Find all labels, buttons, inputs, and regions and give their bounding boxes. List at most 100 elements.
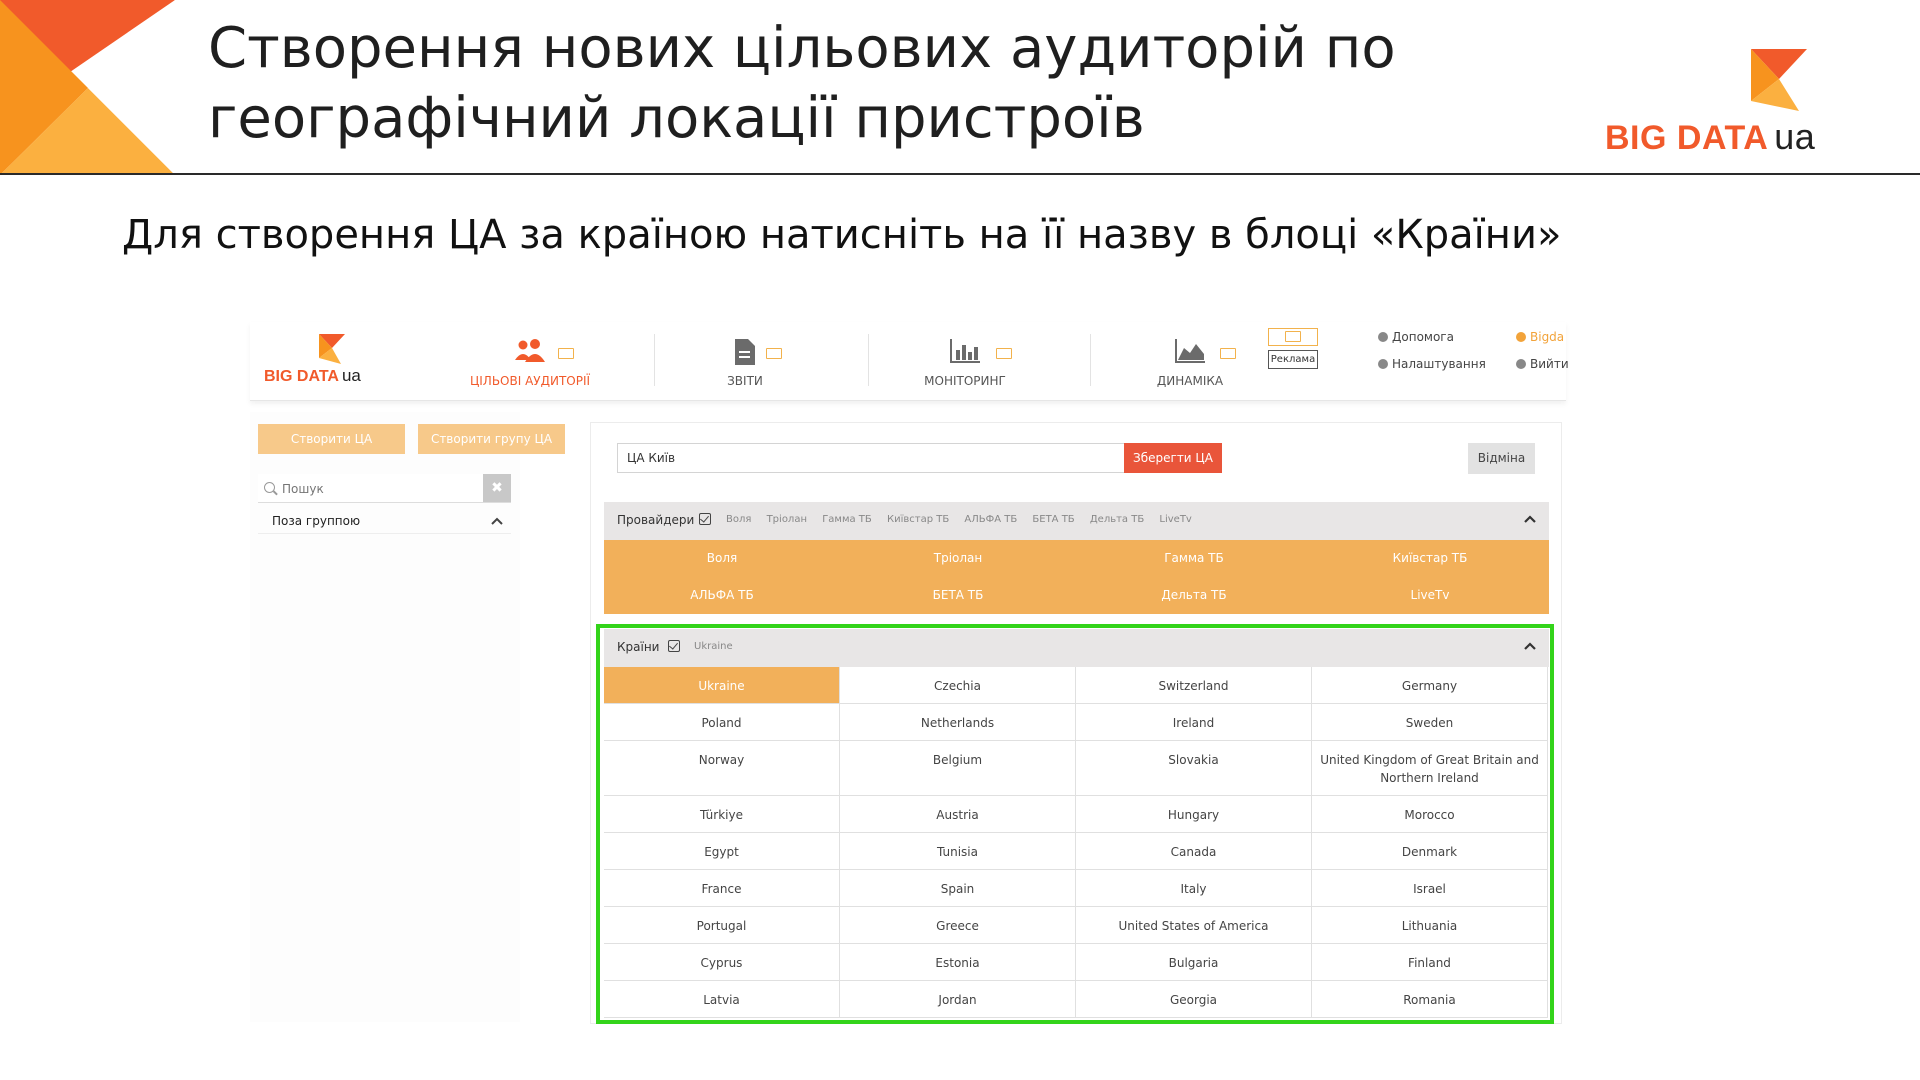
search-input[interactable]	[280, 477, 479, 501]
corner-decoration	[0, 0, 175, 175]
app-logo-mark-icon	[319, 334, 345, 364]
document-icon	[735, 339, 755, 365]
provider-chip: Київстар ТБ	[886, 514, 950, 525]
settings-label: Налаштування	[1392, 357, 1486, 371]
nav-dynamics[interactable]: ДИНАМІКА	[1120, 330, 1260, 394]
nav-target-audiences[interactable]: ЦІЛЬОВІ АУДИТОРІЇ	[460, 330, 600, 394]
provider-item[interactable]: Гамма ТБ	[1076, 540, 1312, 577]
ad-button[interactable]: Реклама	[1268, 350, 1318, 369]
user-link[interactable]: Bigda	[1516, 330, 1564, 344]
help-icon	[1378, 332, 1388, 342]
country-item[interactable]: Austria	[840, 796, 1076, 833]
provider-item[interactable]: LiveTv	[1312, 577, 1548, 614]
sidebar-group-ungrouped[interactable]: Поза группою	[258, 508, 511, 534]
provider-chip: АЛЬФА ТБ	[964, 514, 1018, 525]
nav-badge-icon	[558, 348, 574, 359]
country-item[interactable]: Poland	[604, 704, 840, 741]
country-item[interactable]: Canada	[1076, 833, 1312, 870]
country-item[interactable]: Slovakia	[1076, 741, 1312, 796]
countries-chips: Ukraine	[694, 641, 745, 652]
country-item[interactable]: Germany	[1312, 667, 1548, 704]
search-icon	[264, 482, 275, 493]
providers-block-header[interactable]: Провайдери Воля Тріолан Гамма ТБ Київста…	[604, 502, 1549, 540]
country-item[interactable]: Georgia	[1076, 981, 1312, 1018]
provider-item[interactable]: Дельта ТБ	[1076, 577, 1312, 614]
app-logo-suffix: ua	[341, 366, 361, 385]
country-item[interactable]: Denmark	[1312, 833, 1548, 870]
app-logo-word: BIG DATA	[264, 368, 339, 385]
country-item[interactable]: United States of America	[1076, 907, 1312, 944]
nav-monitoring[interactable]: МОНІТОРИНГ	[890, 330, 1040, 394]
help-link[interactable]: Допомога	[1378, 330, 1454, 344]
country-item[interactable]: Belgium	[840, 741, 1076, 796]
country-item[interactable]: Türkiye	[604, 796, 840, 833]
save-ca-button[interactable]: Зберегти ЦА	[1124, 443, 1222, 473]
provider-item[interactable]: Воля	[604, 540, 840, 577]
provider-item[interactable]: БЕТА ТБ	[840, 577, 1076, 614]
provider-item[interactable]: Тріолан	[840, 540, 1076, 577]
country-item[interactable]: Portugal	[604, 907, 840, 944]
country-item[interactable]: Latvia	[604, 981, 840, 1018]
country-item[interactable]: Jordan	[840, 981, 1076, 1018]
country-item[interactable]: United Kingdom of Great Britain and Nort…	[1312, 741, 1548, 796]
cancel-button[interactable]: Відміна	[1468, 443, 1535, 474]
checkbox-icon[interactable]	[699, 513, 711, 525]
chevron-up-icon[interactable]	[1523, 512, 1537, 526]
countries-title: Країни	[617, 640, 660, 654]
user-icon	[1516, 332, 1526, 342]
provider-chip: LiveTv	[1159, 514, 1192, 525]
ca-name-input[interactable]	[617, 443, 1125, 473]
country-item[interactable]: Bulgaria	[1076, 944, 1312, 981]
country-item[interactable]: Czechia	[840, 667, 1076, 704]
country-item[interactable]: Ireland	[1076, 704, 1312, 741]
country-item[interactable]: Netherlands	[840, 704, 1076, 741]
countries-block-header[interactable]: Країни Ukraine	[604, 629, 1549, 667]
country-item[interactable]: Ukraine	[604, 667, 840, 704]
nav-divider	[868, 334, 869, 386]
logo-suffix: ua	[1774, 116, 1816, 157]
checkbox-icon[interactable]	[668, 640, 680, 652]
country-item[interactable]: Israel	[1312, 870, 1548, 907]
provider-item[interactable]: Київстар ТБ	[1312, 540, 1548, 577]
create-group-button[interactable]: Створити групу ЦА	[418, 424, 565, 454]
clear-search-button[interactable]: ✖	[483, 474, 511, 502]
chevron-up-icon[interactable]	[1523, 639, 1537, 653]
country-item[interactable]: Morocco	[1312, 796, 1548, 833]
main-panel: Зберегти ЦА Відміна Провайдери Воля Тріо…	[590, 422, 1562, 1024]
provider-chip: Гамма ТБ	[822, 514, 872, 525]
country-item[interactable]: Cyprus	[604, 944, 840, 981]
country-item[interactable]: Finland	[1312, 944, 1548, 981]
country-item[interactable]: Tunisia	[840, 833, 1076, 870]
app-logo[interactable]: BIG DATA ua	[264, 334, 374, 390]
slide-title-line1: Створення нових цільових аудиторій по	[208, 16, 1396, 81]
nav-reports[interactable]: ЗВІТИ	[680, 330, 810, 394]
provider-chip: Дельта ТБ	[1089, 514, 1145, 525]
help-label: Допомога	[1392, 330, 1454, 344]
country-item[interactable]: Lithuania	[1312, 907, 1548, 944]
ad-badge-icon	[1285, 331, 1301, 342]
country-item[interactable]: France	[604, 870, 840, 907]
country-item[interactable]: Romania	[1312, 981, 1548, 1018]
provider-item[interactable]: АЛЬФА ТБ	[604, 577, 840, 614]
ad-icon[interactable]	[1268, 328, 1318, 346]
country-item[interactable]: Switzerland	[1076, 667, 1312, 704]
sidebar-search: ✖	[258, 474, 511, 503]
country-item[interactable]: Hungary	[1076, 796, 1312, 833]
settings-link[interactable]: Налаштування	[1378, 357, 1486, 371]
nav-badge-icon	[996, 348, 1012, 359]
nav-badge-icon	[766, 348, 782, 359]
sidebar: Створити ЦА Створити групу ЦА ✖ Поза гру…	[250, 412, 565, 1022]
country-item[interactable]: Italy	[1076, 870, 1312, 907]
logo-mark-icon	[1751, 49, 1807, 111]
country-item[interactable]: Spain	[840, 870, 1076, 907]
create-ca-button[interactable]: Створити ЦА	[258, 424, 405, 454]
country-item[interactable]: Estonia	[840, 944, 1076, 981]
provider-chip: Тріолан	[766, 514, 807, 525]
country-item[interactable]: Norway	[604, 741, 840, 796]
country-item[interactable]: Greece	[840, 907, 1076, 944]
country-item[interactable]: Sweden	[1312, 704, 1548, 741]
nav-divider	[1090, 334, 1091, 386]
country-item[interactable]: Egypt	[604, 833, 840, 870]
gear-icon	[1378, 359, 1388, 369]
logout-link[interactable]: Вийти	[1516, 357, 1569, 371]
